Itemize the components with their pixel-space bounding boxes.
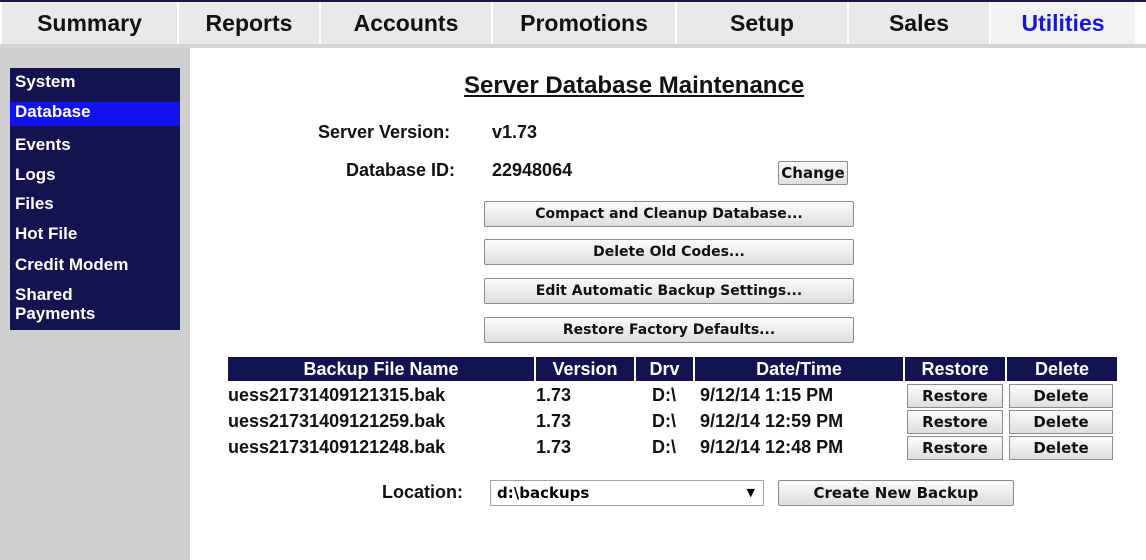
server-version-value: v1.73	[492, 122, 538, 142]
sidebar-item-hot-file[interactable]: Hot File	[10, 224, 180, 243]
location-selected-value: d:\backups	[497, 484, 590, 502]
table-row: uess21731409121259.bak 1.73 D:\ 9/12/14 …	[228, 409, 1117, 435]
backup-version: 1.73	[536, 385, 572, 405]
table-header: Backup File Name Version Drv Date/Time R…	[228, 357, 1117, 381]
tab-accounts[interactable]: Accounts	[321, 2, 491, 44]
tab-summary[interactable]: Summary	[2, 2, 177, 44]
sidebar-item-credit-modem[interactable]: Credit Modem	[10, 255, 180, 274]
header-delete: Delete	[1034, 359, 1090, 379]
header-file-name: Backup File Name	[303, 359, 459, 379]
tab-promotions[interactable]: Promotions	[493, 2, 675, 44]
backup-file-name: uess21731409121315.bak	[228, 385, 446, 405]
table-row: uess21731409121248.bak 1.73 D:\ 9/12/14 …	[228, 435, 1117, 461]
restore-button[interactable]: Restore	[907, 384, 1003, 408]
sidebar-item-database[interactable]: Database	[10, 102, 180, 126]
delete-button[interactable]: Delete	[1009, 436, 1113, 460]
tab-utilities[interactable]: Utilities	[991, 2, 1135, 44]
tab-reports[interactable]: Reports	[179, 2, 319, 44]
delete-old-codes-button[interactable]: Delete Old Codes...	[484, 239, 854, 265]
backup-version: 1.73	[536, 437, 572, 457]
location-label: Location:	[382, 482, 463, 502]
backup-version: 1.73	[536, 411, 572, 431]
header-restore: Restore	[921, 359, 989, 379]
sidebar: System Database Events Logs Files Hot Fi…	[10, 68, 180, 330]
restore-button[interactable]: Restore	[907, 410, 1003, 434]
backup-datetime: 9/12/14 1:15 PM	[700, 385, 834, 405]
sidebar-item-payments[interactable]: Payments	[10, 304, 180, 323]
tab-sales[interactable]: Sales	[849, 2, 989, 44]
sidebar-item-shared[interactable]: Shared	[10, 285, 180, 304]
change-button[interactable]: Change	[778, 161, 848, 185]
header-datetime: Date/Time	[756, 359, 842, 379]
backup-datetime: 9/12/14 12:59 PM	[700, 411, 844, 431]
table-row: uess21731409121315.bak 1.73 D:\ 9/12/14 …	[228, 383, 1117, 409]
server-version-label: Server Version:	[318, 122, 451, 142]
tab-setup[interactable]: Setup	[677, 2, 847, 44]
delete-button[interactable]: Delete	[1009, 384, 1113, 408]
backup-settings-button[interactable]: Edit Automatic Backup Settings...	[484, 278, 854, 304]
delete-button[interactable]: Delete	[1009, 410, 1113, 434]
header-version: Version	[552, 359, 618, 379]
backup-datetime: 9/12/14 12:48 PM	[700, 437, 844, 457]
page-title: Server Database Maintenance	[464, 72, 805, 99]
header-drive: Drv	[649, 359, 680, 379]
create-new-backup-button[interactable]: Create New Backup	[778, 480, 1014, 506]
database-id-label: Database ID:	[346, 160, 456, 180]
backup-drive: D:\	[652, 411, 676, 431]
sidebar-item-logs[interactable]: Logs	[10, 165, 180, 184]
backup-file-name: uess21731409121259.bak	[228, 411, 446, 431]
backup-file-name: uess21731409121248.bak	[228, 437, 446, 457]
sidebar-item-system[interactable]: System	[10, 72, 180, 91]
database-id-value: 22948064	[492, 160, 573, 180]
restore-factory-defaults-button[interactable]: Restore Factory Defaults...	[484, 317, 854, 343]
location-select[interactable]: d:\backups ▼	[490, 480, 764, 506]
restore-button[interactable]: Restore	[907, 436, 1003, 460]
compact-database-button[interactable]: Compact and Cleanup Database...	[484, 201, 854, 227]
backup-drive: D:\	[652, 385, 676, 405]
sidebar-item-events[interactable]: Events	[10, 135, 180, 154]
sidebar-item-files[interactable]: Files	[10, 194, 180, 213]
backup-drive: D:\	[652, 437, 676, 457]
triangle-down-icon: ▼	[746, 486, 755, 499]
top-nav: Summary Reports Accounts Promotions Setu…	[0, 0, 1146, 48]
